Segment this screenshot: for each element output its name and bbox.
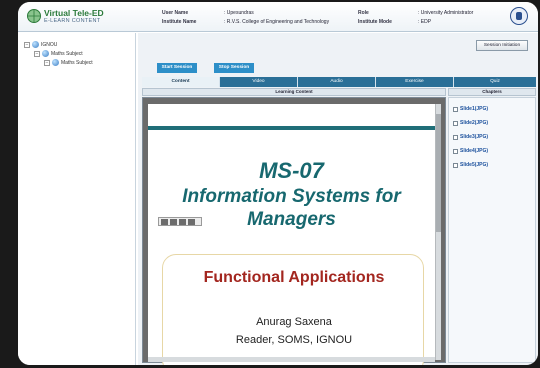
- save-icon[interactable]: [161, 218, 168, 225]
- app-logo: Virtual Tele-ED E-LEARN CONTENT: [26, 8, 136, 28]
- tree-node-subject-label: Maths Subject: [51, 50, 83, 57]
- header-bar: Virtual Tele-ED E-LEARN CONTENT User Nam…: [18, 2, 538, 32]
- vertical-scrollbar[interactable]: [435, 104, 441, 360]
- content-tabs: Content Video Audio Exercise Quiz: [142, 77, 536, 87]
- slide-topic: Functional Applications: [203, 269, 385, 286]
- chapter-item[interactable]: Slide4(JPG): [453, 148, 488, 154]
- user-label: User Name: [162, 10, 189, 16]
- collapse-icon[interactable]: −: [24, 41, 30, 48]
- user-value: : Upesundras: [224, 10, 254, 16]
- horizontal-scrollbar[interactable]: [148, 357, 435, 362]
- menu-icon[interactable]: [188, 218, 195, 225]
- globe-icon: [27, 9, 41, 23]
- app-window: Virtual Tele-ED E-LEARN CONTENT User Nam…: [18, 2, 538, 365]
- slide-author-role: Reader, SOMS, IGNOU: [235, 334, 353, 346]
- institute-value: : R.V.S. College of Engineering and Tech…: [224, 19, 330, 25]
- slide-title-line1: Information Systems for: [182, 186, 401, 207]
- expand-icon: [453, 162, 458, 168]
- chapter-label: Slide3(JPG): [460, 134, 489, 140]
- chapters-header: Chapters: [448, 88, 536, 96]
- slide-content-box: Functional Applications Anurag Saxena Re…: [162, 254, 424, 365]
- email-icon[interactable]: [179, 218, 186, 225]
- tab-quiz[interactable]: Quiz: [454, 77, 536, 87]
- app-title: Virtual Tele-ED: [44, 8, 104, 18]
- chapters-list: Slide1(JPG) Slide2(JPG) Slide3(JPG) Slid…: [448, 97, 536, 363]
- tab-content[interactable]: Content: [142, 77, 220, 87]
- expand-icon: [453, 106, 458, 112]
- expand-icon: [453, 134, 458, 140]
- tree-node-subject-child-label: Maths Subject: [61, 59, 93, 66]
- mode-value: : EDP: [418, 19, 432, 25]
- tree-node-subject[interactable]: − Maths Subject: [34, 50, 83, 57]
- chapter-item[interactable]: Slide3(JPG): [453, 134, 488, 140]
- tree-node-subject-child[interactable]: − Maths Subject: [44, 59, 93, 66]
- learning-content-header: Learning Content: [142, 88, 446, 96]
- role-value: : University Administrator: [418, 10, 474, 16]
- slide-author: Anurag Saxena: [256, 316, 332, 328]
- mode-label: Institute Mode: [358, 19, 392, 25]
- chapter-item[interactable]: Slide5(JPG): [453, 162, 488, 168]
- stop-session-button[interactable]: Stop Session: [214, 63, 254, 73]
- scroll-thumb[interactable]: [436, 114, 441, 232]
- session-initiation-button[interactable]: Session Initiation: [476, 40, 528, 51]
- slide-page: MS-07 Information Systems for Managers F…: [148, 104, 435, 365]
- tab-audio[interactable]: Audio: [298, 77, 376, 87]
- content-tree: − IGNOU − Maths Subject − Maths Subject: [18, 33, 136, 365]
- university-emblem-icon: [510, 7, 528, 25]
- tab-video[interactable]: Video: [220, 77, 298, 87]
- print-icon[interactable]: [170, 218, 177, 225]
- tab-exercise[interactable]: Exercise: [376, 77, 454, 87]
- collapse-icon[interactable]: −: [44, 59, 50, 66]
- tree-node-root[interactable]: − IGNOU: [24, 41, 57, 48]
- role-label: Role: [358, 10, 369, 16]
- chapter-item[interactable]: Slide2(JPG): [453, 120, 488, 126]
- slide-viewer: MS-07 Information Systems for Managers F…: [142, 97, 446, 365]
- expand-icon: [453, 120, 458, 126]
- tree-node-root-label: IGNOU: [41, 41, 58, 48]
- expand-icon: [453, 148, 458, 154]
- slide-header-band: [148, 126, 435, 130]
- chapter-label: Slide2(JPG): [460, 120, 489, 126]
- chapter-item[interactable]: Slide1(JPG): [453, 106, 488, 112]
- institute-label: Institute Name: [162, 19, 197, 25]
- app-subtitle: E-LEARN CONTENT: [44, 18, 101, 24]
- slide-toolbar: [158, 217, 202, 226]
- start-session-button[interactable]: Start Session: [157, 63, 197, 73]
- chapter-label: Slide5(JPG): [460, 162, 489, 168]
- slide-course-code: MS-07: [259, 158, 324, 183]
- chapter-label: Slide1(JPG): [460, 106, 489, 112]
- main-panel: Session Initiation Start Session Stop Se…: [138, 33, 538, 365]
- chapter-label: Slide4(JPG): [460, 148, 489, 154]
- folder-globe-icon: [42, 50, 49, 57]
- folder-globe-icon: [52, 59, 59, 66]
- collapse-icon[interactable]: −: [34, 50, 40, 57]
- folder-globe-icon: [32, 41, 39, 48]
